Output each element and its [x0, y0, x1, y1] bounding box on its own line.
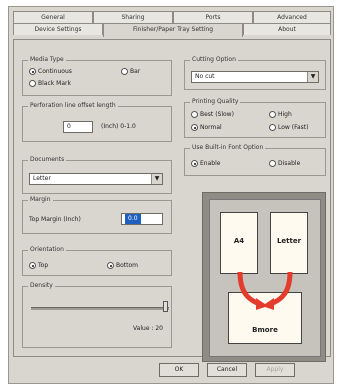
- documents-select-value: Letter: [33, 175, 51, 182]
- documents-group: Documents Letter ▼: [22, 156, 172, 194]
- density-label: Density: [28, 282, 55, 289]
- tab-advanced[interactable]: Advanced: [253, 11, 331, 23]
- orientation-top-option[interactable]: Top: [29, 262, 48, 269]
- radio-icon[interactable]: [269, 124, 276, 131]
- tab-strip: General Sharing Ports Advanced Device Se…: [13, 11, 331, 41]
- cutting-option-label: Cutting Option: [190, 56, 238, 63]
- quality-best-option[interactable]: Best (Slow): [191, 111, 234, 118]
- radio-icon[interactable]: [269, 160, 276, 167]
- perforation-group: Perforation line offset length 0 (Inch) …: [22, 102, 172, 142]
- cancel-button[interactable]: Cancel: [207, 363, 247, 377]
- tab-about[interactable]: About: [243, 23, 331, 35]
- top-margin-input[interactable]: 0.0: [121, 213, 163, 225]
- settings-panel: Media Type Continuous Bar Black Mark Per…: [13, 39, 331, 362]
- font-option-label: Use Built-in Font Option: [190, 144, 266, 151]
- margin-label: Margin: [28, 196, 53, 203]
- orientation-label: Orientation: [28, 246, 66, 253]
- perforation-unit: (Inch) 0-1.0: [101, 123, 136, 130]
- font-option-group: Use Built-in Font Option Enable Disable: [184, 144, 326, 176]
- tray-preview-inner: A4 Letter Bmore: [209, 199, 321, 357]
- tab-sharing[interactable]: Sharing: [93, 11, 173, 23]
- font-disable-option[interactable]: Disable: [269, 160, 300, 167]
- top-margin-value: 0.0: [125, 214, 141, 224]
- quality-low-option[interactable]: Low (Fast): [269, 124, 308, 131]
- radio-icon[interactable]: [107, 262, 114, 269]
- font-enable-option[interactable]: Enable: [191, 160, 220, 167]
- tab-ports[interactable]: Ports: [173, 11, 253, 23]
- density-group: Density Value : 20: [22, 282, 172, 348]
- density-slider-thumb[interactable]: [163, 301, 168, 312]
- tab-finisher-paper-tray[interactable]: Finisher/Paper Tray Setting: [103, 23, 243, 37]
- top-margin-label: Top Margin (Inch): [29, 216, 81, 223]
- orientation-bottom-option[interactable]: Bottom: [107, 262, 138, 269]
- printer-properties-dialog: General Sharing Ports Advanced Device Se…: [8, 6, 334, 384]
- density-value: Value : 20: [133, 325, 163, 332]
- tab-device-settings[interactable]: Device Settings: [13, 23, 103, 35]
- ok-button[interactable]: OK: [159, 363, 199, 377]
- margin-group: Margin Top Margin (Inch) 0.0: [22, 196, 172, 234]
- media-continuous-option[interactable]: Continuous: [29, 68, 72, 75]
- chevron-down-icon[interactable]: ▼: [151, 174, 162, 184]
- radio-icon[interactable]: [121, 68, 128, 75]
- tray-preview: A4 Letter Bmore: [202, 192, 326, 362]
- radio-icon[interactable]: [191, 160, 198, 167]
- documents-select[interactable]: Letter ▼: [29, 173, 163, 185]
- radio-icon[interactable]: [191, 124, 198, 131]
- perforation-input[interactable]: 0: [63, 121, 93, 133]
- chevron-down-icon[interactable]: ▼: [307, 72, 318, 82]
- printing-quality-group: Printing Quality Best (Slow) High Normal…: [184, 98, 326, 138]
- radio-icon[interactable]: [29, 80, 36, 87]
- media-bar-option[interactable]: Bar: [121, 68, 140, 75]
- radio-icon[interactable]: [269, 111, 276, 118]
- density-slider-track[interactable]: [31, 307, 169, 310]
- apply-button[interactable]: Apply: [255, 363, 295, 377]
- perforation-label: Perforation line offset length: [28, 102, 118, 109]
- quality-normal-option[interactable]: Normal: [191, 124, 222, 131]
- documents-label: Documents: [28, 156, 67, 163]
- merge-arrows-icon: [237, 271, 293, 310]
- printing-quality-label: Printing Quality: [190, 98, 241, 105]
- quality-high-option[interactable]: High: [269, 111, 292, 118]
- media-type-group: Media Type Continuous Bar Black Mark: [22, 56, 172, 96]
- tab-general[interactable]: General: [13, 11, 93, 23]
- media-black-mark-option[interactable]: Black Mark: [29, 80, 71, 87]
- cutting-option-value: No cut: [195, 73, 215, 80]
- cutting-option-group: Cutting Option No cut ▼: [184, 56, 326, 90]
- media-type-label: Media Type: [28, 56, 66, 63]
- radio-icon[interactable]: [29, 262, 36, 269]
- radio-icon[interactable]: [29, 68, 36, 75]
- cutting-option-select[interactable]: No cut ▼: [191, 71, 319, 83]
- radio-icon[interactable]: [191, 111, 198, 118]
- orientation-group: Orientation Top Bottom: [22, 246, 172, 276]
